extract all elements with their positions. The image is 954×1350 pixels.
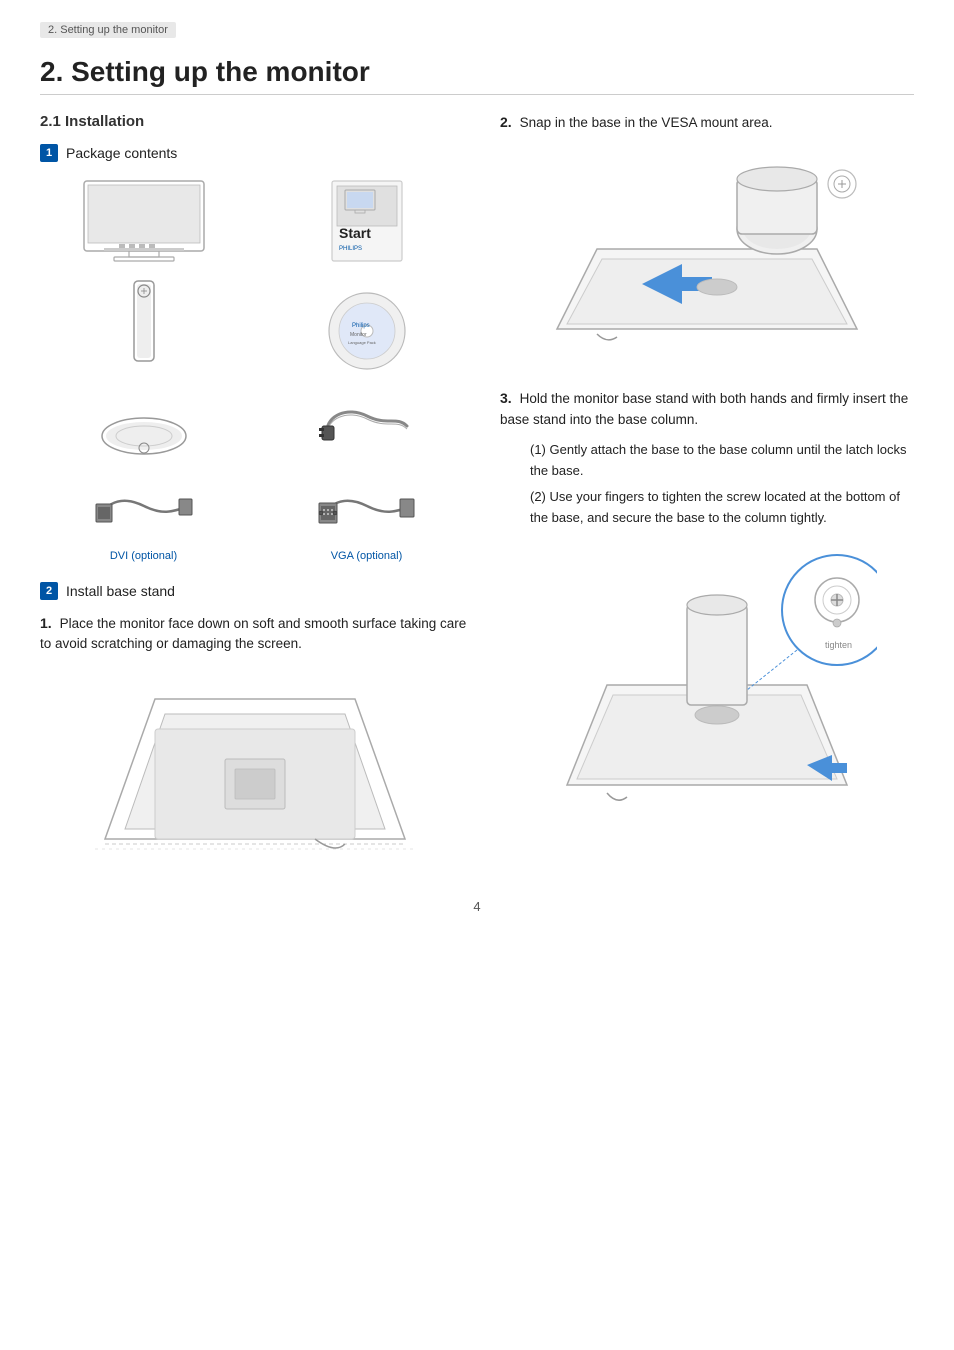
item-base bbox=[40, 386, 247, 466]
item-cd: Philips Monitor Language Pack bbox=[263, 276, 470, 376]
face-down-svg bbox=[75, 669, 435, 869]
dvi-label: DVI (optional) bbox=[110, 550, 177, 562]
install-base-label: 2 Install base stand bbox=[40, 582, 470, 600]
item-power-cable bbox=[263, 386, 470, 466]
page-title: 2. Setting up the monitor bbox=[40, 56, 914, 88]
step-3: 3. Hold the monitor base stand with both… bbox=[500, 389, 914, 430]
step1-text: Place the monitor face down on soft and … bbox=[40, 616, 466, 651]
package-contents-label: 1 Package contents bbox=[40, 144, 470, 162]
quickstart-icon: Start PHILIPS bbox=[317, 176, 417, 266]
power-cable-icon bbox=[317, 396, 417, 466]
base-stand-illustration: tighten bbox=[500, 545, 914, 825]
svg-text:Language Pack: Language Pack bbox=[348, 340, 376, 345]
svg-text:Philips: Philips bbox=[352, 323, 370, 329]
step2-text: Snap in the base in the VESA mount area. bbox=[520, 115, 773, 130]
substep-2: (2) Use your fingers to tighten the scre… bbox=[530, 487, 914, 529]
snap-base-svg bbox=[537, 149, 877, 369]
svg-text:Start: Start bbox=[339, 225, 371, 241]
base-stand-svg: tighten bbox=[537, 545, 877, 825]
section-installation: 2.1 Installation bbox=[40, 113, 470, 130]
svg-text:PHILIPS: PHILIPS bbox=[339, 246, 362, 252]
step-2: 2. Snap in the base in the VESA mount ar… bbox=[500, 113, 914, 133]
vga-label: VGA (optional) bbox=[331, 550, 403, 562]
title-divider bbox=[40, 94, 914, 95]
right-column: 2. Snap in the base in the VESA mount ar… bbox=[500, 113, 914, 825]
package-grid: Start PHILIPS bbox=[40, 176, 470, 562]
item-vga: VGA (optional) bbox=[263, 476, 470, 562]
dvi-icon bbox=[94, 476, 194, 546]
base-icon bbox=[94, 386, 194, 466]
item-monitor bbox=[40, 176, 247, 266]
breadcrumb: 2. Setting up the monitor bbox=[40, 22, 176, 38]
monitor-icon bbox=[74, 176, 214, 266]
face-down-illustration bbox=[40, 669, 470, 869]
item-quickstart: Start PHILIPS bbox=[263, 176, 470, 266]
svg-text:Monitor: Monitor bbox=[350, 332, 367, 338]
step3-text: Hold the monitor base stand with both ha… bbox=[500, 391, 908, 426]
item-dvi: DVI (optional) bbox=[40, 476, 247, 562]
svg-text:tighten: tighten bbox=[825, 640, 852, 650]
cd-icon: Philips Monitor Language Pack bbox=[322, 286, 412, 376]
left-column: 2.1 Installation 1 Package contents bbox=[40, 113, 470, 869]
snap-base-illustration bbox=[500, 149, 914, 369]
substep-1: (1) Gently attach the base to the base c… bbox=[530, 440, 914, 482]
badge-2: 2 bbox=[40, 582, 58, 600]
item-stand-column bbox=[40, 276, 247, 376]
badge-1: 1 bbox=[40, 144, 58, 162]
vga-icon bbox=[317, 476, 417, 546]
stand-column-icon bbox=[104, 276, 184, 376]
step-1: 1. Place the monitor face down on soft a… bbox=[40, 614, 470, 655]
page-number: 4 bbox=[40, 899, 914, 914]
